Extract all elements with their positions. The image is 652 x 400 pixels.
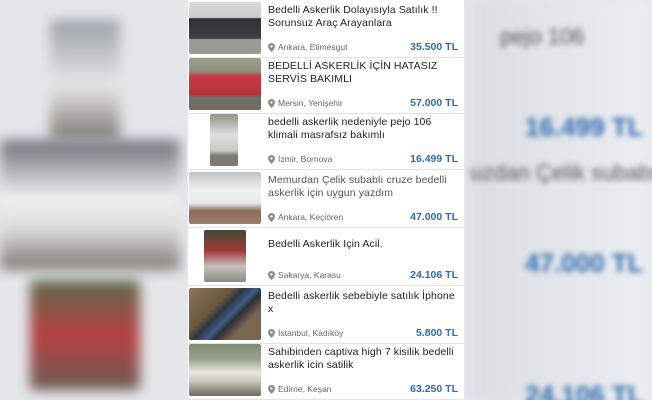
listing-title: Sahibinden captiva high 7 kisilik bedell…: [268, 346, 454, 371]
listing-location: İstanbul, Kadıköy: [268, 328, 343, 338]
listing-location: İzmir, Bornova: [268, 154, 332, 164]
listing-list: Bedelli Askerlik Dolayısıyla Satılık !! …: [188, 0, 464, 400]
listing-thumbnail: [204, 230, 246, 282]
bg-blurred-text-5: 24.106 TL: [525, 380, 644, 400]
bg-blurred-text-1: pejo 106: [500, 24, 585, 49]
location-pin-icon: [268, 42, 275, 52]
listing-title: Bedelli askerlik sebebiyle satılık İphon…: [268, 290, 455, 315]
listing-location-text: İzmir, Bornova: [278, 154, 333, 164]
listing-location: Mersin, Yenişehir: [268, 98, 343, 108]
listing-price: 16.499 TL: [410, 153, 458, 165]
bg-car-photo-middle-left: [0, 140, 180, 270]
listing-row[interactable]: BEDELLİ ASKERLİK İÇİN HATASIZ SERVİS BAK…: [188, 56, 464, 114]
listing-thumbnail: [189, 344, 261, 396]
location-pin-icon: [268, 328, 275, 338]
listing-row[interactable]: Memurdan Çelik subablı cruze bedelli ask…: [188, 170, 464, 228]
listing-title: Bedelli Askerlik Dolayısıyla Satılık !! …: [268, 4, 438, 29]
listing-row[interactable]: bedelli askerlik nedeniyle pejo 106 klim…: [188, 112, 464, 170]
listing-location: Ankara, Etimesgut: [268, 42, 347, 52]
listing-thumbnail: [189, 288, 261, 340]
bg-car-photo-top-left: [50, 20, 120, 140]
listing-location: Sakarya, Karasu: [268, 270, 341, 280]
listing-location-text: Ankara, Keçiören: [278, 212, 344, 222]
location-pin-icon: [268, 154, 275, 164]
location-pin-icon: [268, 270, 275, 280]
location-pin-icon: [268, 98, 275, 108]
listing-row[interactable]: Sahibinden captiva high 7 kisilik bedell…: [188, 342, 464, 400]
listing-price: 5.800 TL: [415, 327, 458, 339]
listing-thumbnail: [189, 172, 261, 224]
listing-title: bedelli askerlik nedeniyle pejo 106 klim…: [268, 116, 432, 141]
bg-car-photo-bottom-left: [30, 280, 140, 390]
listing-row[interactable]: Bedelli Askerlik Için Acil. Sakarya, Kar…: [188, 228, 464, 286]
listing-price: 24.106 TL: [410, 269, 458, 281]
listing-location-text: Sakarya, Karasu: [278, 270, 341, 280]
bg-blurred-text-2: 16.499 TL: [525, 112, 644, 142]
listing-row[interactable]: Bedelli Askerlik Dolayısıyla Satılık !! …: [188, 0, 464, 58]
bg-side-light-right: [470, 0, 652, 400]
listing-row[interactable]: Bedelli askerlik sebebiyle satılık İphon…: [188, 286, 464, 344]
listing-location-text: Edirne, Keşan: [278, 384, 332, 394]
location-pin-icon: [268, 212, 275, 222]
listing-price: 47.000 TL: [410, 211, 458, 223]
bg-blurred-text-3: uzdan Çelik subabı cruze bedelli: [470, 160, 652, 185]
listing-thumbnail: [210, 114, 238, 166]
listing-location: Ankara, Keçiören: [268, 212, 343, 222]
listing-price: 63.250 TL: [410, 383, 458, 395]
listing-title: Bedelli Askerlik Için Acil.: [268, 238, 383, 250]
listing-price: 35.500 TL: [410, 41, 458, 53]
listing-title: Memurdan Çelik subablı cruze bedelli ask…: [268, 174, 447, 199]
listing-location-text: Ankara, Etimesgut: [278, 42, 348, 52]
location-pin-icon: [268, 384, 275, 394]
listing-location: Edirne, Keşan: [268, 384, 331, 394]
bg-blurred-text-4: 47.000 TL: [525, 248, 644, 278]
listing-thumbnail: [189, 58, 261, 110]
listing-price: 57.000 TL: [410, 97, 458, 109]
listing-location-text: İstanbul, Kadıköy: [278, 328, 344, 338]
listing-title: BEDELLİ ASKERLİK İÇİN HATASIZ SERVİS BAK…: [268, 60, 438, 85]
listing-location-text: Mersin, Yenişehir: [278, 98, 343, 108]
listing-thumbnail: [189, 2, 261, 54]
